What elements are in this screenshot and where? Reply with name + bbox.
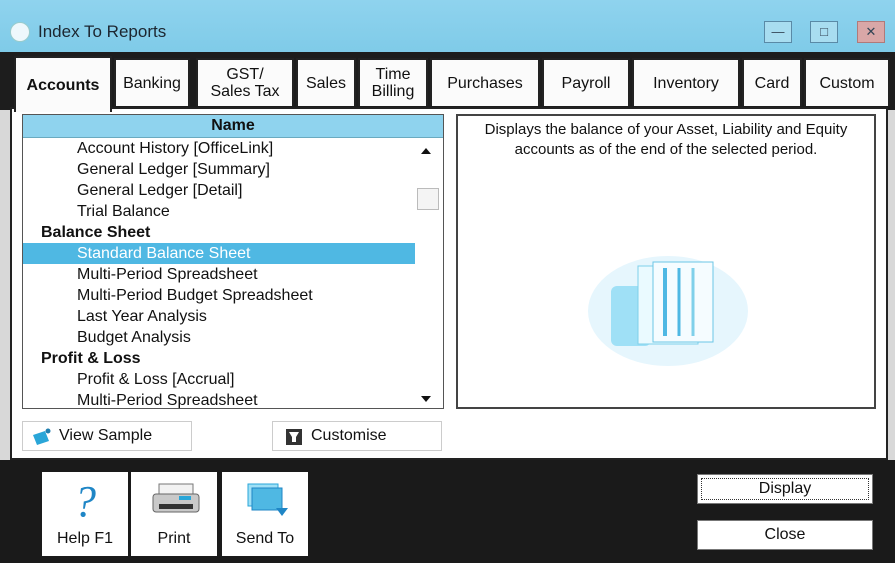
report-list-item[interactable]: Account History [OfficeLink]: [23, 138, 415, 159]
list-header-name[interactable]: Name: [23, 115, 443, 138]
report-list-item[interactable]: General Ledger [Summary]: [23, 159, 415, 180]
send-to-button[interactable]: Send To: [222, 472, 308, 556]
maximize-button[interactable]: □: [810, 21, 838, 43]
printer-icon: [152, 483, 200, 513]
report-list-item[interactable]: Profit & Loss [Accrual]: [23, 369, 415, 390]
tab-sales[interactable]: Sales: [296, 58, 356, 106]
report-list-item[interactable]: General Ledger [Detail]: [23, 180, 415, 201]
report-description-panel: Displays the balance of your Asset, Liab…: [456, 114, 876, 409]
report-section-heading[interactable]: Profit & Loss: [23, 348, 415, 369]
report-list[interactable]: Name Account History [OfficeLink] General…: [22, 114, 444, 409]
tab-custom[interactable]: Custom: [804, 58, 890, 106]
report-list-item[interactable]: Trial Balance: [23, 201, 415, 222]
report-description: Displays the balance of your Asset, Liab…: [484, 121, 848, 158]
view-sample-icon: [33, 428, 51, 445]
report-section-heading[interactable]: Balance Sheet: [23, 222, 415, 243]
focus-ring: [701, 478, 869, 500]
close-label: Close: [764, 526, 806, 543]
scroll-thumb[interactable]: [417, 188, 439, 210]
report-folder-illustration-icon: [588, 256, 748, 366]
help-question-icon: ?: [74, 478, 96, 524]
window-title: Index To Reports: [38, 22, 167, 41]
tab-payroll[interactable]: Payroll: [542, 58, 630, 106]
list-scrollbar[interactable]: [415, 138, 443, 408]
report-list-item[interactable]: Standard Balance Sheet: [23, 243, 415, 264]
title-bar: Index To Reports — □ ✕: [0, 0, 895, 52]
scroll-down-arrow-icon[interactable]: [421, 396, 431, 402]
customise-label: Customise: [311, 427, 387, 444]
customise-button[interactable]: Customise: [272, 421, 442, 451]
report-list-item[interactable]: Budget Analysis: [23, 327, 415, 348]
print-label: Print: [157, 530, 191, 547]
report-list-item[interactable]: Last Year Analysis: [23, 306, 415, 327]
send-to-label: Send To: [235, 530, 295, 547]
send-to-icon: [247, 483, 288, 516]
view-sample-button[interactable]: View Sample: [22, 421, 192, 451]
tab-banking[interactable]: Banking: [114, 58, 190, 106]
svg-text:?: ?: [74, 478, 96, 524]
report-list-item[interactable]: Multi-Period Spreadsheet: [23, 264, 415, 285]
tab-card[interactable]: Card: [742, 58, 802, 106]
report-list-item[interactable]: Multi-Period Spreadsheet: [23, 390, 415, 408]
customise-icon: [286, 429, 302, 445]
tab-inventory[interactable]: Inventory: [632, 58, 740, 106]
minimize-button[interactable]: —: [764, 21, 792, 43]
print-button[interactable]: Print: [131, 472, 217, 556]
tab-gst-sales-tax[interactable]: GST/ Sales Tax: [196, 58, 294, 106]
close-button[interactable]: Close: [697, 520, 873, 550]
tab-time-billing[interactable]: Time Billing: [358, 58, 428, 106]
display-button[interactable]: Display: [697, 474, 873, 504]
tab-purchases[interactable]: Purchases: [430, 58, 540, 106]
scroll-up-arrow-icon[interactable]: [421, 148, 431, 154]
view-sample-label: View Sample: [59, 427, 153, 444]
report-list-item[interactable]: Multi-Period Budget Spreadsheet: [23, 285, 415, 306]
help-button[interactable]: ? Help F1: [42, 472, 128, 556]
help-label: Help F1: [56, 530, 114, 547]
app-icon: [10, 22, 30, 42]
tab-accounts[interactable]: Accounts: [14, 56, 112, 112]
index-to-reports-window: Index To Reports — □ ✕ Accounts Banking GS…: [0, 0, 895, 563]
close-window-button[interactable]: ✕: [857, 21, 885, 43]
